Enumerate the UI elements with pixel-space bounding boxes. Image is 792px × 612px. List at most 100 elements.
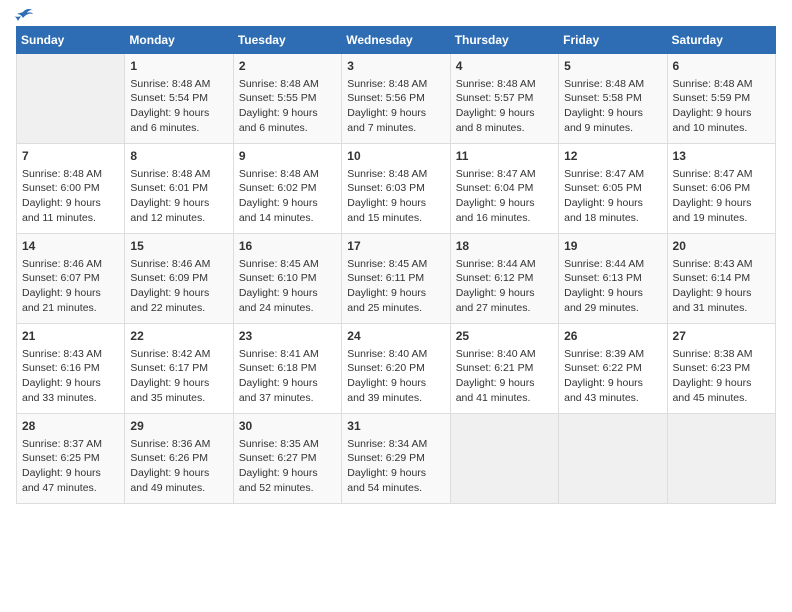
day-info: Sunrise: 8:35 AM Sunset: 6:27 PM Dayligh… <box>239 437 336 496</box>
day-info: Sunrise: 8:40 AM Sunset: 6:20 PM Dayligh… <box>347 347 444 406</box>
day-number: 21 <box>22 328 119 345</box>
header-sunday: Sunday <box>17 27 125 54</box>
calendar-cell: 30 Sunrise: 8:35 AM Sunset: 6:27 PM Dayli… <box>233 414 341 504</box>
day-number: 16 <box>239 238 336 255</box>
day-info: Sunrise: 8:48 AM Sunset: 5:55 PM Dayligh… <box>239 77 336 136</box>
header-friday: Friday <box>559 27 667 54</box>
day-info: Sunrise: 8:48 AM Sunset: 6:02 PM Dayligh… <box>239 167 336 226</box>
calendar-cell: 12 Sunrise: 8:47 AM Sunset: 6:05 PM Dayli… <box>559 144 667 234</box>
day-number: 13 <box>673 148 770 165</box>
calendar-cell: 21 Sunrise: 8:43 AM Sunset: 6:16 PM Dayli… <box>17 324 125 414</box>
day-info: Sunrise: 8:37 AM Sunset: 6:25 PM Dayligh… <box>22 437 119 496</box>
header-saturday: Saturday <box>667 27 775 54</box>
day-number: 9 <box>239 148 336 165</box>
logo-bird-icon <box>12 8 34 26</box>
calendar-cell: 13 Sunrise: 8:47 AM Sunset: 6:06 PM Dayli… <box>667 144 775 234</box>
day-number: 29 <box>130 418 227 435</box>
day-number: 20 <box>673 238 770 255</box>
calendar-week-row: 1 Sunrise: 8:48 AM Sunset: 5:54 PM Daylig… <box>17 54 776 144</box>
calendar-week-row: 21 Sunrise: 8:43 AM Sunset: 6:16 PM Dayli… <box>17 324 776 414</box>
calendar-cell: 4 Sunrise: 8:48 AM Sunset: 5:57 PM Daylig… <box>450 54 558 144</box>
calendar-cell <box>667 414 775 504</box>
day-number: 11 <box>456 148 553 165</box>
day-number: 22 <box>130 328 227 345</box>
day-number: 27 <box>673 328 770 345</box>
day-number: 7 <box>22 148 119 165</box>
day-info: Sunrise: 8:36 AM Sunset: 6:26 PM Dayligh… <box>130 437 227 496</box>
day-info: Sunrise: 8:46 AM Sunset: 6:07 PM Dayligh… <box>22 257 119 316</box>
header-wednesday: Wednesday <box>342 27 450 54</box>
day-info: Sunrise: 8:47 AM Sunset: 6:04 PM Dayligh… <box>456 167 553 226</box>
calendar-cell: 25 Sunrise: 8:40 AM Sunset: 6:21 PM Dayli… <box>450 324 558 414</box>
day-info: Sunrise: 8:44 AM Sunset: 6:12 PM Dayligh… <box>456 257 553 316</box>
calendar-cell <box>559 414 667 504</box>
header-monday: Monday <box>125 27 233 54</box>
day-info: Sunrise: 8:48 AM Sunset: 5:58 PM Dayligh… <box>564 77 661 136</box>
day-info: Sunrise: 8:40 AM Sunset: 6:21 PM Dayligh… <box>456 347 553 406</box>
calendar-cell: 24Sunrise: 8:40 AM Sunset: 6:20 PM Dayli… <box>342 324 450 414</box>
calendar-header-row: SundayMondayTuesdayWednesdayThursdayFrid… <box>17 27 776 54</box>
calendar-cell: 17 Sunrise: 8:45 AM Sunset: 6:11 PM Dayli… <box>342 234 450 324</box>
day-number: 5 <box>564 58 661 75</box>
day-info: Sunrise: 8:47 AM Sunset: 6:06 PM Dayligh… <box>673 167 770 226</box>
day-info: Sunrise: 8:48 AM Sunset: 6:03 PM Dayligh… <box>347 167 444 226</box>
day-info: Sunrise: 8:47 AM Sunset: 6:05 PM Dayligh… <box>564 167 661 226</box>
calendar-cell: 16 Sunrise: 8:45 AM Sunset: 6:10 PM Dayli… <box>233 234 341 324</box>
day-number: 19 <box>564 238 661 255</box>
day-number: 17 <box>347 238 444 255</box>
calendar-cell: 29 Sunrise: 8:36 AM Sunset: 6:26 PM Dayli… <box>125 414 233 504</box>
day-number: 25 <box>456 328 553 345</box>
day-number: 12 <box>564 148 661 165</box>
day-info: Sunrise: 8:48 AM Sunset: 5:59 PM Dayligh… <box>673 77 770 136</box>
day-number: 1 <box>130 58 227 75</box>
day-info: Sunrise: 8:39 AM Sunset: 6:22 PM Dayligh… <box>564 347 661 406</box>
day-info: Sunrise: 8:38 AM Sunset: 6:23 PM Dayligh… <box>673 347 770 406</box>
day-info: Sunrise: 8:48 AM Sunset: 5:57 PM Dayligh… <box>456 77 553 136</box>
day-info: Sunrise: 8:43 AM Sunset: 6:14 PM Dayligh… <box>673 257 770 316</box>
calendar-week-row: 14 Sunrise: 8:46 AM Sunset: 6:07 PM Dayli… <box>17 234 776 324</box>
day-info: Sunrise: 8:45 AM Sunset: 6:10 PM Dayligh… <box>239 257 336 316</box>
day-number: 15 <box>130 238 227 255</box>
day-number: 3 <box>347 58 444 75</box>
day-number: 26 <box>564 328 661 345</box>
calendar-cell: 1 Sunrise: 8:48 AM Sunset: 5:54 PM Daylig… <box>125 54 233 144</box>
calendar-cell <box>450 414 558 504</box>
header-thursday: Thursday <box>450 27 558 54</box>
day-number: 18 <box>456 238 553 255</box>
calendar-cell: 27 Sunrise: 8:38 AM Sunset: 6:23 PM Dayli… <box>667 324 775 414</box>
day-number: 31 <box>347 418 444 435</box>
day-info: Sunrise: 8:45 AM Sunset: 6:11 PM Dayligh… <box>347 257 444 316</box>
day-number: 8 <box>130 148 227 165</box>
calendar-cell <box>17 54 125 144</box>
calendar-cell: 2Sunrise: 8:48 AM Sunset: 5:55 PM Daylig… <box>233 54 341 144</box>
day-info: Sunrise: 8:48 AM Sunset: 5:54 PM Dayligh… <box>130 77 227 136</box>
calendar-week-row: 28Sunrise: 8:37 AM Sunset: 6:25 PM Dayli… <box>17 414 776 504</box>
header-tuesday: Tuesday <box>233 27 341 54</box>
calendar-cell: 23 Sunrise: 8:41 AM Sunset: 6:18 PM Dayli… <box>233 324 341 414</box>
calendar-cell: 26 Sunrise: 8:39 AM Sunset: 6:22 PM Dayli… <box>559 324 667 414</box>
calendar-cell: 22Sunrise: 8:42 AM Sunset: 6:17 PM Dayli… <box>125 324 233 414</box>
day-info: Sunrise: 8:46 AM Sunset: 6:09 PM Dayligh… <box>130 257 227 316</box>
day-info: Sunrise: 8:41 AM Sunset: 6:18 PM Dayligh… <box>239 347 336 406</box>
calendar-cell: 8 Sunrise: 8:48 AM Sunset: 6:01 PM Daylig… <box>125 144 233 234</box>
calendar-cell: 28Sunrise: 8:37 AM Sunset: 6:25 PM Dayli… <box>17 414 125 504</box>
calendar-table: SundayMondayTuesdayWednesdayThursdayFrid… <box>16 26 776 504</box>
day-number: 30 <box>239 418 336 435</box>
calendar-cell: 3 Sunrise: 8:48 AM Sunset: 5:56 PM Daylig… <box>342 54 450 144</box>
day-info: Sunrise: 8:43 AM Sunset: 6:16 PM Dayligh… <box>22 347 119 406</box>
day-info: Sunrise: 8:48 AM Sunset: 6:00 PM Dayligh… <box>22 167 119 226</box>
calendar-cell: 10 Sunrise: 8:48 AM Sunset: 6:03 PM Dayli… <box>342 144 450 234</box>
day-number: 14 <box>22 238 119 255</box>
calendar-cell: 9 Sunrise: 8:48 AM Sunset: 6:02 PM Daylig… <box>233 144 341 234</box>
day-info: Sunrise: 8:48 AM Sunset: 6:01 PM Dayligh… <box>130 167 227 226</box>
day-info: Sunrise: 8:44 AM Sunset: 6:13 PM Dayligh… <box>564 257 661 316</box>
calendar-cell: 11 Sunrise: 8:47 AM Sunset: 6:04 PM Dayli… <box>450 144 558 234</box>
calendar-cell: 20 Sunrise: 8:43 AM Sunset: 6:14 PM Dayli… <box>667 234 775 324</box>
calendar-cell: 6 Sunrise: 8:48 AM Sunset: 5:59 PM Daylig… <box>667 54 775 144</box>
day-number: 23 <box>239 328 336 345</box>
calendar-cell: 31Sunrise: 8:34 AM Sunset: 6:29 PM Dayli… <box>342 414 450 504</box>
day-number: 10 <box>347 148 444 165</box>
day-number: 6 <box>673 58 770 75</box>
day-info: Sunrise: 8:48 AM Sunset: 5:56 PM Dayligh… <box>347 77 444 136</box>
day-number: 4 <box>456 58 553 75</box>
